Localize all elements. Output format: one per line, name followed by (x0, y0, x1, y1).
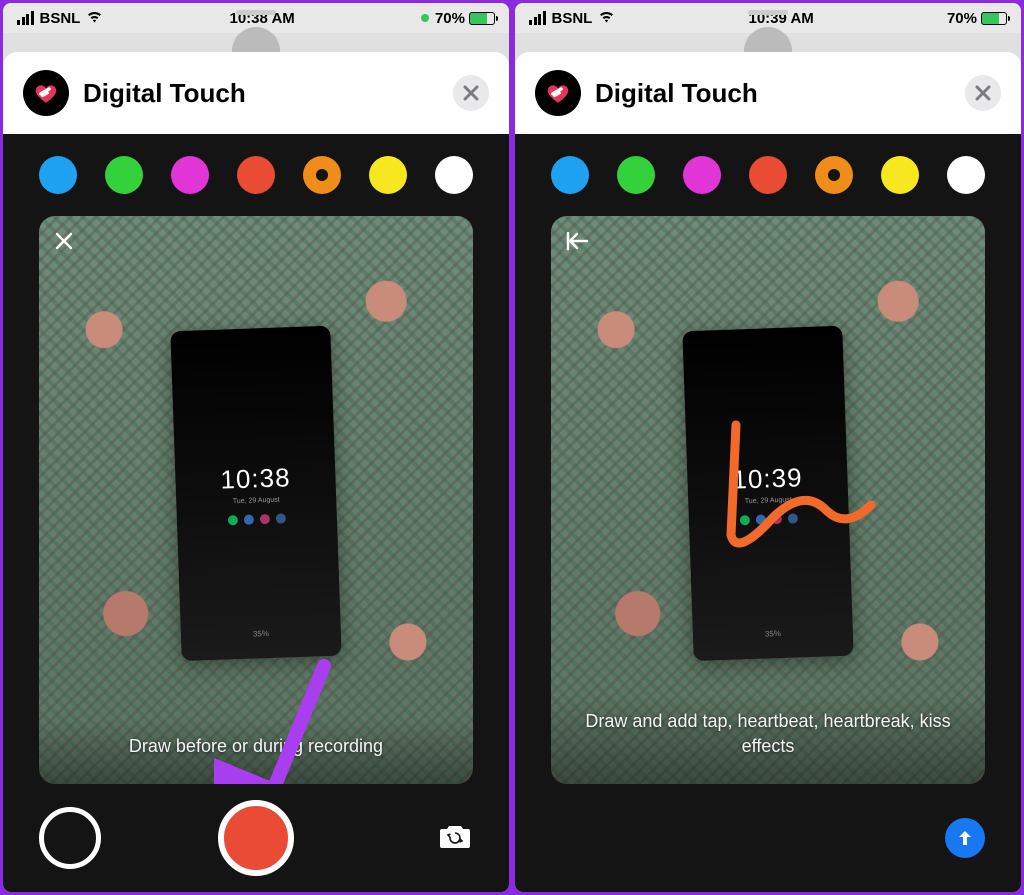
phone-screenshot-right: BSNL 10:39 AM 70% Digital Touch (515, 3, 1021, 892)
flip-camera-button[interactable] (437, 821, 473, 856)
color-swatch-red[interactable] (749, 156, 787, 194)
preview-close-button[interactable] (53, 230, 75, 258)
color-swatch-green[interactable] (617, 156, 655, 194)
arrow-up-icon (955, 828, 975, 848)
battery-icon (981, 12, 1007, 25)
inner-phone-battery: 35% (253, 629, 269, 639)
inner-phone-app-dots (740, 513, 798, 525)
send-controls (515, 784, 1021, 892)
preview-back-button[interactable] (565, 230, 591, 258)
color-swatch-pink[interactable] (683, 156, 721, 194)
battery-percent-label: 70% (947, 10, 977, 27)
inner-phone-date: Tue, 29 August (745, 496, 792, 505)
record-button[interactable] (218, 800, 294, 876)
wifi-icon (86, 10, 103, 27)
color-swatch-yellow[interactable] (881, 156, 919, 194)
carrier-label: BSNL (552, 10, 593, 27)
phone-on-carpet: 10:39 Tue, 29 August 35% (682, 326, 853, 661)
phone-screenshot-left: BSNL 10:38 AM 70% Digital Touch (3, 3, 509, 892)
flip-camera-icon (437, 821, 473, 851)
inner-phone-battery: 35% (765, 629, 781, 639)
color-swatch-orange[interactable] (303, 156, 341, 194)
close-button[interactable] (965, 75, 1001, 111)
digital-touch-sheet: Digital Touch 10:38 Tue, 29 Augus (3, 52, 509, 892)
color-swatch-green[interactable] (105, 156, 143, 194)
signal-icon (529, 11, 546, 25)
digital-touch-sheet: Digital Touch 10:39 Tue, 29 Augus (515, 52, 1021, 892)
canvas-area: 10:39 Tue, 29 August 35% Draw and add ta… (515, 134, 1021, 892)
camera-controls (3, 784, 509, 892)
color-swatch-yellow[interactable] (369, 156, 407, 194)
color-swatch-white[interactable] (435, 156, 473, 194)
color-swatch-blue[interactable] (551, 156, 589, 194)
battery-percent-label: 70% (435, 10, 465, 27)
camera-preview[interactable]: 10:39 Tue, 29 August 35% Draw and add ta… (551, 216, 985, 784)
color-swatch-red[interactable] (237, 156, 275, 194)
close-button[interactable] (453, 75, 489, 111)
inner-phone-clock: 10:38 (220, 462, 291, 495)
camera-preview[interactable]: 10:38 Tue, 29 August 35% Draw before or … (39, 216, 473, 784)
carrier-label: BSNL (40, 10, 81, 27)
hint-text: Draw before or during recording (39, 720, 473, 784)
back-arrow-icon (565, 230, 591, 252)
close-icon (463, 85, 479, 101)
close-icon (975, 85, 991, 101)
color-swatch-orange[interactable] (815, 156, 853, 194)
sheet-title: Digital Touch (83, 78, 439, 109)
inner-phone-app-dots (228, 513, 286, 525)
send-button[interactable] (945, 818, 985, 858)
camera-active-dot-icon (421, 14, 429, 22)
color-swatch-white[interactable] (947, 156, 985, 194)
color-swatch-blue[interactable] (39, 156, 77, 194)
sheet-header: Digital Touch (3, 52, 509, 134)
wifi-icon (598, 10, 615, 27)
color-palette (3, 134, 509, 216)
sheet-title: Digital Touch (595, 78, 951, 109)
digital-touch-app-icon (23, 70, 69, 116)
sheet-header: Digital Touch (515, 52, 1021, 134)
phone-on-carpet: 10:38 Tue, 29 August 35% (170, 326, 341, 661)
hint-text: Draw and add tap, heartbeat, heartbreak,… (551, 695, 985, 784)
color-palette (515, 134, 1021, 216)
inner-phone-date: Tue, 29 August (233, 496, 280, 505)
shutter-button[interactable] (39, 807, 101, 869)
canvas-area: 10:38 Tue, 29 August 35% Draw before or … (3, 134, 509, 892)
color-swatch-pink[interactable] (171, 156, 209, 194)
x-icon (53, 230, 75, 252)
battery-icon (469, 12, 495, 25)
signal-icon (17, 11, 34, 25)
inner-phone-clock: 10:39 (732, 462, 803, 495)
digital-touch-app-icon (535, 70, 581, 116)
